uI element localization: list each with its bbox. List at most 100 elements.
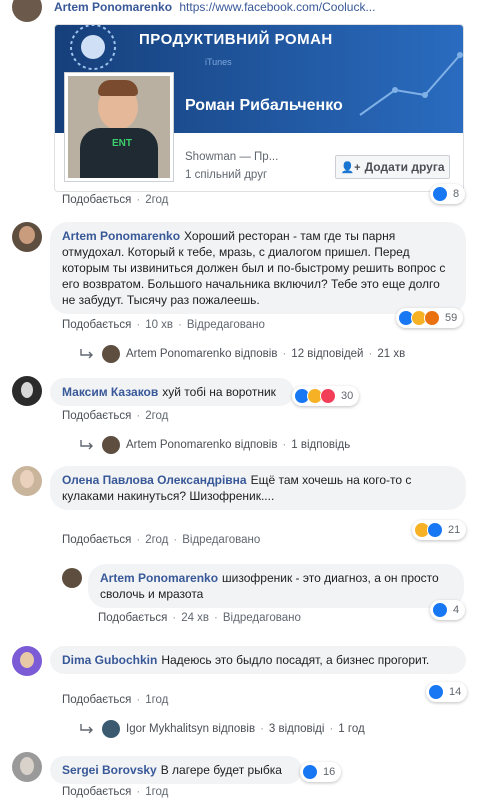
view-replies[interactable]: Igor Mykhalitsyn відповів · 3 відповіді · 1 … (80, 720, 365, 738)
reaction-count: 59 (445, 312, 458, 324)
avatar[interactable] (12, 222, 42, 252)
reply-author: Igor Mykhalitsyn (126, 723, 210, 735)
reply-meta: Подобається · 24 хв · Відредаговано (98, 612, 301, 624)
like-link[interactable]: Подобається (62, 194, 131, 206)
timestamp[interactable]: 2год (145, 410, 168, 422)
avatar[interactable] (12, 466, 42, 496)
comment-author[interactable]: Максим Казаков (62, 385, 158, 399)
reaction-counter[interactable]: 4 (430, 600, 466, 620)
comment-author[interactable]: Олена Павлова Олександрівна (62, 473, 247, 487)
reaction-counter[interactable]: 21 (412, 520, 467, 540)
avatar[interactable] (62, 568, 82, 588)
comment-bubble: Artem Ponomarenko Хороший ресторан - там … (50, 222, 466, 314)
shirt-text: ENT (112, 138, 132, 149)
reply-count: 12 відповідей (291, 348, 364, 360)
comment-meta: Подобається · 10 хв · Відредаговано (62, 319, 265, 331)
banner-itunes: iTunes (205, 57, 232, 67)
add-friend-label: Додати друга (364, 160, 445, 174)
like-reaction-icon (432, 602, 448, 618)
comment-meta: Подобається · 2год (62, 194, 169, 206)
top-comment-line: Artem Ponomarenko https://www.facebook.c… (54, 0, 375, 14)
view-replies[interactable]: Artem Ponomarenko відповів · 12 відповідей… (80, 345, 405, 363)
timestamp[interactable]: 2год (145, 194, 168, 206)
reaction-counter[interactable]: 8 (430, 184, 466, 204)
reaction-counter[interactable]: 14 (426, 682, 468, 702)
banner-chart-decor (359, 52, 463, 116)
edited-label[interactable]: Відредаговано (187, 319, 265, 331)
like-link[interactable]: Подобається (62, 534, 131, 546)
edited-label[interactable]: Відредаговано (223, 612, 301, 624)
like-reaction-icon (302, 764, 318, 780)
reply-verb: відповів (212, 723, 256, 735)
reply-time: 21 хв (377, 348, 406, 360)
avatar[interactable] (12, 752, 42, 782)
comment-bubble: Максим Казаков хуй тобі на воротник (50, 378, 294, 406)
reaction-counter[interactable]: 16 (300, 762, 342, 782)
mutual-friends[interactable]: 1 спільний друг (185, 169, 267, 181)
comment-author[interactable]: Sergei Borovsky (62, 763, 157, 777)
like-link[interactable]: Подобається (62, 694, 131, 706)
like-link[interactable]: Подобається (62, 410, 131, 422)
like-reaction-icon (427, 522, 443, 538)
reply-bubble: Artem Ponomarenko шизофреник - это диагно… (88, 564, 464, 608)
reply-time: 1 год (338, 723, 365, 735)
like-link[interactable]: Подобається (98, 612, 167, 624)
reaction-count: 14 (449, 686, 462, 698)
avatar[interactable] (12, 646, 42, 676)
reply-arrow-icon (80, 440, 93, 450)
reply-author[interactable]: Artem Ponomarenko (100, 571, 218, 585)
timestamp[interactable]: 2год (145, 534, 168, 546)
profile-subtitle: Showman — Пр... (185, 151, 279, 163)
comment-meta: Подобається · 2год (62, 410, 169, 422)
add-friend-icon: 👤+ (340, 161, 361, 174)
banner-logo-icon (70, 25, 116, 70)
reaction-count: 4 (453, 604, 460, 616)
reply-author: Artem Ponomarenko (126, 348, 232, 360)
timestamp[interactable]: 1год (145, 694, 168, 706)
reaction-count: 8 (453, 188, 460, 200)
reply-arrow-icon (80, 724, 93, 734)
avatar (102, 436, 120, 454)
reaction-count: 21 (448, 524, 461, 536)
add-friend-button[interactable]: 👤+ Додати друга (335, 155, 450, 179)
reply-author: Artem Ponomarenko (126, 439, 232, 451)
comment-bubble: Sergei Borovsky В лагере будет рыбка (50, 756, 302, 784)
reaction-count: 30 (341, 390, 354, 402)
comment-author[interactable]: Artem Ponomarenko (54, 0, 172, 14)
like-link[interactable]: Подобається (62, 319, 131, 331)
comment-text: хуй тобі на воротник (162, 385, 276, 399)
comment-author[interactable]: Dima Gubochkin (62, 653, 157, 667)
comment-author[interactable]: Artem Ponomarenko (62, 229, 180, 243)
reply-count: 3 відповіді (268, 723, 325, 735)
link-preview-card[interactable]: ПРОДУКТИВНИЙ РОМАН iTunes Роман Рибальче… (54, 24, 464, 192)
profile-name[interactable]: Роман Рибальченко (185, 97, 343, 115)
reply-verb: відповів (234, 439, 278, 451)
comment-meta: Подобається · 1год (62, 786, 169, 798)
comment-text: В лагере будет рыбка (160, 763, 282, 777)
comment-text: Надеюсь это быдло посадят, а бизнес прог… (161, 653, 430, 667)
timestamp[interactable]: 1год (145, 786, 168, 798)
view-replies[interactable]: Artem Ponomarenko відповів · 1 відповідь (80, 436, 350, 454)
like-reaction-icon (432, 186, 448, 202)
love-reaction-icon (320, 388, 336, 404)
like-reaction-icon (428, 684, 444, 700)
edited-label[interactable]: Відредаговано (182, 534, 260, 546)
banner-title: ПРОДУКТИВНИЙ РОМАН (139, 31, 333, 48)
avatar (102, 720, 120, 738)
timestamp[interactable]: 24 хв (181, 612, 209, 624)
reaction-count: 16 (323, 766, 336, 778)
comment-meta: Подобається · 2год · Відредаговано (62, 534, 261, 546)
comment-meta: Подобається · 1год (62, 694, 169, 706)
comment-link[interactable]: https://www.facebook.com/Cooluck... (179, 0, 375, 14)
avatar[interactable] (12, 0, 42, 22)
avatar[interactable] (12, 376, 42, 406)
reply-arrow-icon (80, 349, 93, 359)
timestamp[interactable]: 10 хв (145, 319, 173, 331)
avatar (102, 345, 120, 363)
like-link[interactable]: Подобається (62, 786, 131, 798)
profile-picture[interactable]: ENT (65, 73, 173, 181)
reaction-counter[interactable]: 30 (292, 386, 360, 406)
comment-bubble: Dima Gubochkin Надеюсь это быдло посадят,… (50, 646, 466, 674)
reply-verb: відповів (234, 348, 278, 360)
reaction-counter[interactable]: 59 (396, 308, 464, 328)
